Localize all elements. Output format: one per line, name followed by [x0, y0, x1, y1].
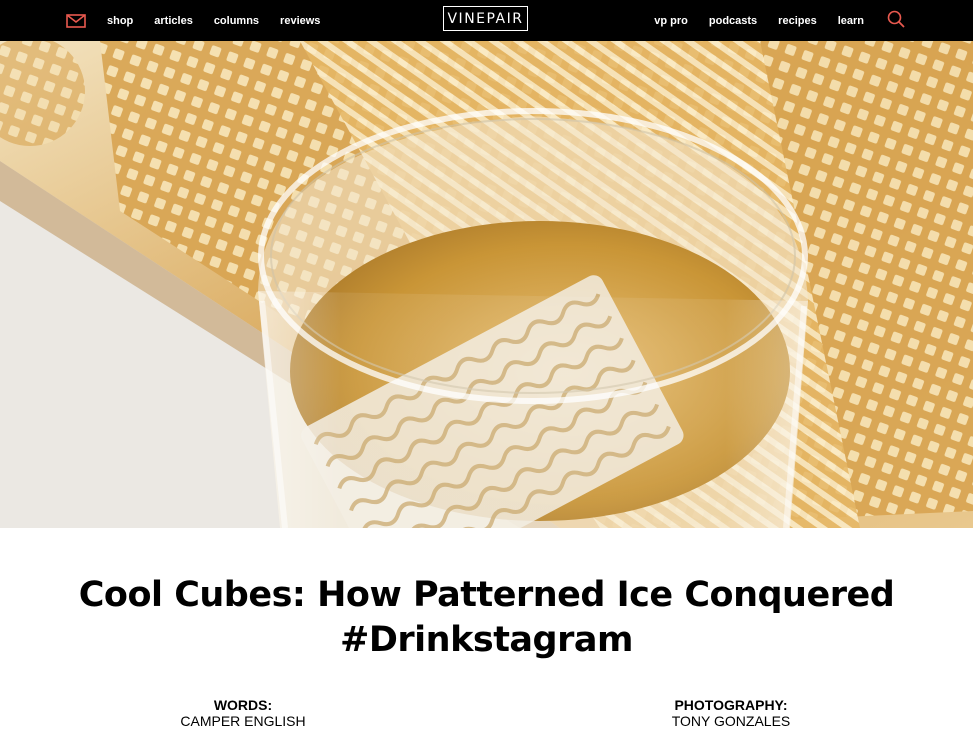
photographer-credit: PHOTOGRAPHY: TONY GONZALES: [631, 697, 831, 729]
cocktail-glass-photo: [0, 41, 973, 528]
photographer-name[interactable]: TONY GONZALES: [631, 713, 831, 729]
photography-label: PHOTOGRAPHY:: [674, 697, 788, 713]
nav-vp-pro[interactable]: vp pro: [654, 15, 688, 27]
site-header: shop articles columns reviews VINEPAIR v…: [0, 0, 973, 41]
search-icon[interactable]: [887, 10, 905, 28]
site-logo[interactable]: VINEPAIR: [443, 6, 528, 31]
secondary-nav: vp pro podcasts recipes learn: [633, 0, 905, 41]
nav-shop[interactable]: shop: [107, 15, 133, 27]
nav-learn[interactable]: learn: [838, 15, 864, 27]
mail-icon[interactable]: [66, 13, 86, 28]
nav-recipes[interactable]: recipes: [778, 15, 817, 27]
nav-reviews[interactable]: reviews: [280, 15, 320, 27]
nav-columns[interactable]: columns: [214, 15, 259, 27]
author-credit: WORDS: CAMPER ENGLISH: [143, 697, 343, 729]
nav-podcasts[interactable]: podcasts: [709, 15, 757, 27]
primary-nav: shop articles columns reviews: [66, 0, 341, 41]
nav-articles[interactable]: articles: [154, 15, 193, 27]
article-title: Cool Cubes: How Patterned Ice Conquered …: [78, 575, 895, 660]
words-label: WORDS:: [213, 697, 273, 713]
author-name[interactable]: CAMPER ENGLISH: [143, 713, 343, 729]
hero-image: [0, 41, 973, 528]
